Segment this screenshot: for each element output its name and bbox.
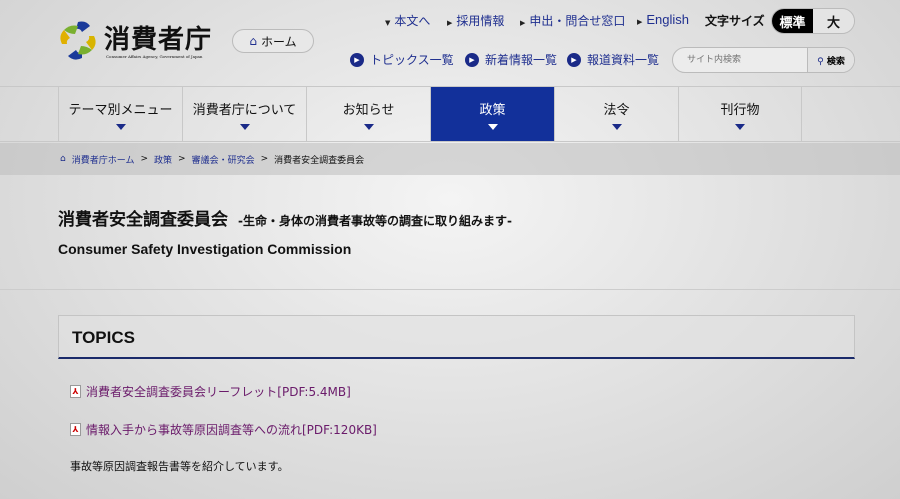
breadcrumb-separator: > — [140, 154, 148, 164]
logo[interactable]: 消費者庁 Consumer Affairs Agency, Government… — [58, 18, 212, 62]
topics-heading: TOPICS — [58, 315, 855, 359]
util-link-label: English — [646, 12, 690, 27]
nav-publications[interactable]: 刊行物 — [678, 87, 802, 141]
nav-law[interactable]: 法令 — [554, 87, 678, 141]
nav-policy[interactable]: 政策 — [430, 87, 554, 141]
nav-notices[interactable]: お知らせ — [306, 87, 430, 141]
breadcrumb-councils[interactable]: 審議会・研究会 — [192, 153, 255, 166]
arrow-circle-icon: ▶ — [567, 52, 581, 67]
util-link-skip[interactable]: ▼ 本文へ — [385, 12, 430, 29]
pdf-icon: ⅄ — [70, 385, 81, 398]
global-nav: テーマ別メニュー 消費者庁について お知らせ 政策 法令 刊行物 — [0, 86, 900, 142]
nav-about[interactable]: 消費者庁について — [182, 87, 306, 141]
arrow-circle-icon: ▶ — [465, 52, 479, 67]
english-title: Consumer Safety Investigation Commission — [58, 241, 352, 257]
util-link-recruit[interactable]: ▶ 採用情報 — [447, 12, 504, 29]
nav-label: 法令 — [603, 102, 630, 118]
nav-label: 政策 — [479, 102, 506, 118]
site-search: ⚲ 検索 — [672, 47, 855, 73]
press-list-link[interactable]: ▶ 報道資料一覧 — [567, 51, 659, 68]
util-link-label: 本文へ — [394, 14, 431, 28]
search-button[interactable]: ⚲ 検索 — [807, 48, 854, 72]
header: 消費者庁 Consumer Affairs Agency, Government… — [0, 0, 900, 86]
home-label: ホーム — [260, 34, 297, 49]
caret-down-icon — [735, 123, 745, 130]
util-link-label: 申出・問合せ窓口 — [529, 14, 626, 28]
caret-down-icon — [611, 123, 622, 130]
breadcrumb: ⌂ 消費者庁ホーム > 政策 > 審議会・研究会 > 消費者安全調査委員会 — [0, 143, 900, 175]
font-size-standard[interactable]: 標準 — [772, 9, 813, 33]
home-icon: ⌂ — [249, 34, 257, 48]
divider — [0, 289, 900, 290]
pdf-link-label: 消費者安全調査委員会リーフレット[PDF:5.4MB] — [86, 385, 351, 399]
news-list-link[interactable]: ▶ 新着情報一覧 — [465, 51, 557, 68]
font-size-toggle: 標準 大 — [771, 8, 855, 34]
nav-theme-menu[interactable]: テーマ別メニュー — [58, 87, 182, 141]
caret-down-icon — [239, 123, 250, 130]
caret-down-icon — [487, 123, 498, 130]
pdf-link-flow[interactable]: ⅄ 情報入手から事故等原因調査等への流れ[PDF:120KB] — [70, 421, 377, 438]
sub-link-label: トピックス一覧 — [370, 53, 454, 67]
reports-intro-text: 事故等原因調査報告書等を紹介しています。 — [70, 460, 289, 473]
nav-label: お知らせ — [342, 102, 395, 118]
breadcrumb-separator: > — [260, 154, 269, 164]
breadcrumb-policy[interactable]: 政策 — [154, 153, 172, 166]
breadcrumb-separator: > — [178, 154, 186, 164]
breadcrumb-home[interactable]: 消費者庁ホーム — [72, 153, 135, 166]
home-icon: ⌂ — [60, 154, 66, 164]
breadcrumb-current: 消費者安全調査委員会 — [274, 155, 365, 166]
util-link-contact[interactable]: ▶ 申出・問合せ窓口 — [520, 12, 625, 29]
page-title: 消費者安全調査委員会 -生命・身体の消費者事故等の調査に取り組みます- — [58, 205, 512, 230]
page-title-text: 消費者安全調査委員会 — [58, 210, 228, 230]
caret-right-icon: ▶ — [447, 19, 453, 27]
caret-down-icon — [363, 123, 374, 130]
search-button-label: 検索 — [826, 56, 845, 67]
font-size-label: 文字サイズ — [705, 14, 765, 28]
sub-link-label: 報道資料一覧 — [587, 53, 660, 67]
caret-down-icon — [115, 123, 126, 130]
pdf-link-label: 情報入手から事故等原因調査等への流れ[PDF:120KB] — [86, 423, 377, 437]
search-icon: ⚲ — [817, 56, 824, 67]
font-size-large[interactable]: 大 — [813, 9, 854, 33]
topics-list-link[interactable]: ▶ トピックス一覧 — [350, 51, 454, 68]
arrow-circle-icon: ▶ — [350, 52, 364, 67]
util-link-english[interactable]: ▶ English — [637, 12, 689, 27]
home-button[interactable]: ⌂ ホーム — [232, 29, 314, 53]
nav-label: 刊行物 — [720, 102, 760, 118]
logo-mark-icon — [60, 21, 96, 60]
logo-title: 消費者庁 — [104, 25, 213, 55]
util-link-label: 採用情報 — [456, 14, 505, 28]
search-input[interactable] — [673, 48, 807, 72]
page-subtitle: -生命・身体の消費者事故等の調査に取り組みます- — [238, 214, 512, 228]
caret-right-icon: ▶ — [520, 19, 526, 27]
logo-subtitle: Consumer Affairs Agency, Government of J… — [106, 54, 203, 59]
caret-right-icon: ▶ — [637, 19, 643, 26]
nav-label: 消費者庁について — [192, 102, 297, 118]
caret-down-icon: ▼ — [385, 19, 391, 27]
nav-label: テーマ別メニュー — [68, 102, 173, 118]
pdf-icon: ⅄ — [70, 423, 81, 436]
sub-link-label: 新着情報一覧 — [485, 53, 558, 67]
pdf-link-leaflet[interactable]: ⅄ 消費者安全調査委員会リーフレット[PDF:5.4MB] — [70, 383, 351, 400]
